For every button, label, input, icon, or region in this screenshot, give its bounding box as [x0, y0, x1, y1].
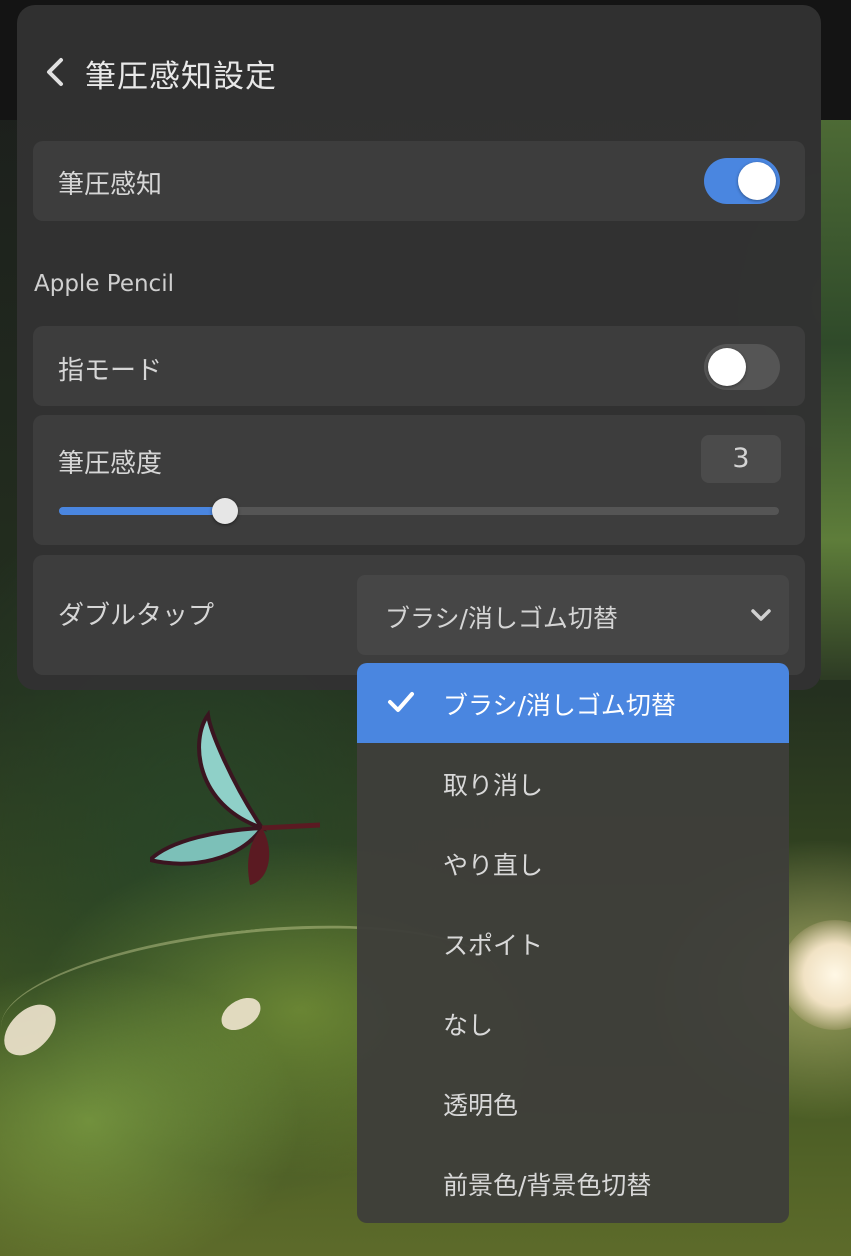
toggle-knob	[708, 348, 746, 386]
dropdown-option[interactable]: なし	[357, 983, 789, 1063]
finger-mode-label: 指モード	[58, 356, 163, 386]
sensitivity-label: 筆圧感度	[58, 449, 163, 479]
sensitivity-value[interactable]: 3	[701, 435, 781, 483]
dropdown-option[interactable]: 透明色	[357, 1063, 789, 1143]
slider-thumb[interactable]	[212, 498, 238, 524]
butterfly-illustration	[150, 710, 320, 885]
dropdown-option-label: スポイト	[443, 931, 544, 960]
dropdown-option[interactable]: 前景色/背景色切替	[357, 1143, 789, 1223]
flower-illustration	[780, 920, 851, 1030]
page-title: 筆圧感知設定	[85, 59, 277, 95]
dropdown-option[interactable]: やり直し	[357, 823, 789, 903]
background-foliage	[820, 120, 851, 680]
dropdown-option-label: やり直し	[443, 851, 544, 880]
finger-mode-row: 指モード	[33, 326, 805, 406]
double-tap-dropdown-menu: ブラシ/消しゴム切替 取り消し やり直し スポイト なし 透明色 前景色/背景色…	[357, 663, 789, 1223]
double-tap-label: ダブルタップ	[58, 601, 215, 631]
section-label-apple-pencil: Apple Pencil	[34, 271, 174, 297]
chevron-down-icon	[751, 609, 771, 621]
sensitivity-slider[interactable]	[59, 498, 779, 524]
pressure-sensing-toggle[interactable]	[704, 158, 780, 204]
pressure-sensing-row: 筆圧感知	[33, 141, 805, 221]
toggle-knob	[738, 162, 776, 200]
dropdown-option-label: ブラシ/消しゴム切替	[443, 691, 676, 720]
dropdown-option[interactable]: 取り消し	[357, 743, 789, 823]
double-tap-selected-value: ブラシ/消しゴム切替	[385, 604, 618, 633]
chevron-left-icon[interactable]	[45, 57, 65, 87]
dropdown-option-label: なし	[443, 1011, 494, 1040]
dropdown-option[interactable]: スポイト	[357, 903, 789, 983]
checkmark-icon	[388, 692, 414, 712]
sensitivity-row: 筆圧感度 3	[33, 415, 805, 545]
slider-fill	[59, 507, 225, 515]
pressure-settings-panel: 筆圧感知設定 筆圧感知 Apple Pencil 指モード 筆圧感度 3 ダブル…	[17, 5, 821, 690]
pressure-sensing-label: 筆圧感知	[58, 170, 163, 200]
finger-mode-toggle[interactable]	[704, 344, 780, 390]
dropdown-option[interactable]: ブラシ/消しゴム切替	[357, 663, 789, 743]
double-tap-select[interactable]: ブラシ/消しゴム切替	[357, 575, 789, 655]
dropdown-option-label: 前景色/背景色切替	[443, 1171, 652, 1200]
double-tap-row: ダブルタップ ブラシ/消しゴム切替	[33, 555, 805, 675]
dropdown-option-label: 取り消し	[443, 771, 544, 800]
dropdown-option-label: 透明色	[443, 1091, 519, 1120]
panel-header: 筆圧感知設定	[17, 5, 821, 135]
